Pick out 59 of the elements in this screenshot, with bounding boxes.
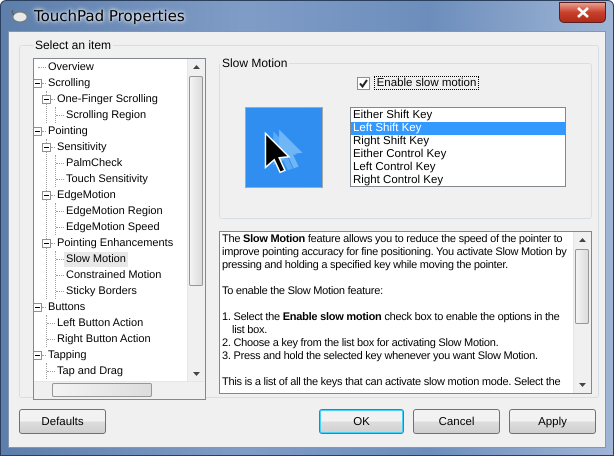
collapse-icon[interactable] (42, 238, 51, 248)
checkbox-label[interactable]: Enable slow motion (374, 76, 480, 90)
tree-item[interactable]: EdgeMotion (55, 188, 118, 202)
scroll-up-icon[interactable] (579, 238, 586, 242)
tree-item[interactable]: Tap and Drag (55, 364, 126, 378)
ok-button[interactable]: OK (319, 409, 404, 434)
scroll-down-icon[interactable] (193, 372, 200, 376)
defaults-button[interactable]: Defaults (19, 409, 106, 434)
instruction-step: 2. Choose a key from the list box for activating Slow Motion. (222, 337, 571, 350)
tree-item[interactable]: Pointing Enhancements (55, 236, 176, 250)
tree-item[interactable]: Buttons (46, 300, 88, 314)
scroll-up-icon[interactable] (193, 65, 200, 69)
list-item[interactable]: Right Control Key (351, 174, 565, 187)
description-text: To enable the Slow Motion feature: (222, 285, 384, 298)
collapse-icon[interactable] (34, 78, 42, 88)
list-item[interactable]: Left Control Key (351, 161, 565, 174)
scroll-down-icon[interactable] (579, 383, 586, 387)
tree-item[interactable]: EdgeMotion Speed (64, 220, 162, 234)
tree-item[interactable]: One-Finger Scrolling (55, 92, 160, 106)
tree-item[interactable]: Sticky Borders (64, 284, 139, 298)
tree-item[interactable]: Touch Sensitivity (64, 172, 150, 186)
instruction-step: 1. Select the Enable slow motion check box to enable the options in the list box. (222, 311, 571, 337)
mouse-icon (10, 9, 28, 23)
tree-item[interactable]: Right Button Action (55, 332, 153, 346)
collapse-icon[interactable] (42, 94, 51, 104)
close-icon (576, 6, 590, 18)
description-text: This is a list of all the keys that can activate slow motion mode. Select the (222, 376, 562, 389)
collapse-icon[interactable] (42, 142, 51, 152)
tree-item[interactable]: Sensitivity (55, 140, 109, 154)
list-item[interactable]: Right Shift Key (351, 135, 565, 148)
instruction-step: 3. Press and hold the selected key whenever you want Slow Motion. (222, 350, 571, 363)
tree-item[interactable]: Left Button Action (55, 316, 146, 330)
list-item[interactable]: Either Shift Key (351, 109, 565, 122)
key-listbox[interactable]: Either Shift Key Left Shift Key Right Shift Key Either Control Key Left Control Key Right Control Key (350, 107, 566, 187)
tree-item[interactable]: Pointing (46, 124, 90, 138)
tree-item[interactable]: Constrained Motion (64, 268, 164, 282)
collapse-icon[interactable] (34, 302, 42, 312)
tree-item[interactable]: Scrolling (46, 76, 92, 90)
tree-item[interactable]: PalmCheck (64, 156, 124, 170)
group-label: Slow Motion (221, 56, 288, 70)
tree-item[interactable]: Scrolling Region (64, 108, 148, 122)
checkbox[interactable] (356, 76, 370, 90)
tree-item[interactable]: Tapping (46, 348, 89, 362)
vertical-scrollbar[interactable] (187, 59, 205, 382)
dialog-button[interactable]: Cancel (413, 409, 500, 434)
tree-item[interactable]: Overview (46, 60, 96, 74)
dialog-button[interactable]: Apply (509, 409, 596, 434)
description-text: The Slow Motion feature allows you to reduce the speed of the pointer to improve pointing accuracy for fine positioning. You activate Slow Motion by pressing and holding a specified key while moving the pointer. (222, 233, 568, 272)
collapse-icon[interactable] (34, 350, 42, 360)
window-title: TouchPad Properties (34, 7, 185, 25)
tree-item[interactable]: EdgeMotion Region (64, 204, 165, 218)
tree-item[interactable]: Slow Motion (64, 252, 128, 266)
vertical-scrollbar[interactable] (573, 232, 591, 393)
list-item[interactable]: Either Control Key (351, 148, 565, 161)
collapse-icon[interactable] (42, 190, 51, 200)
close-button[interactable] (559, 2, 606, 22)
collapse-icon[interactable] (34, 126, 42, 136)
group-label: Select an item (34, 38, 112, 52)
horizontal-scrollbar[interactable] (34, 381, 205, 399)
